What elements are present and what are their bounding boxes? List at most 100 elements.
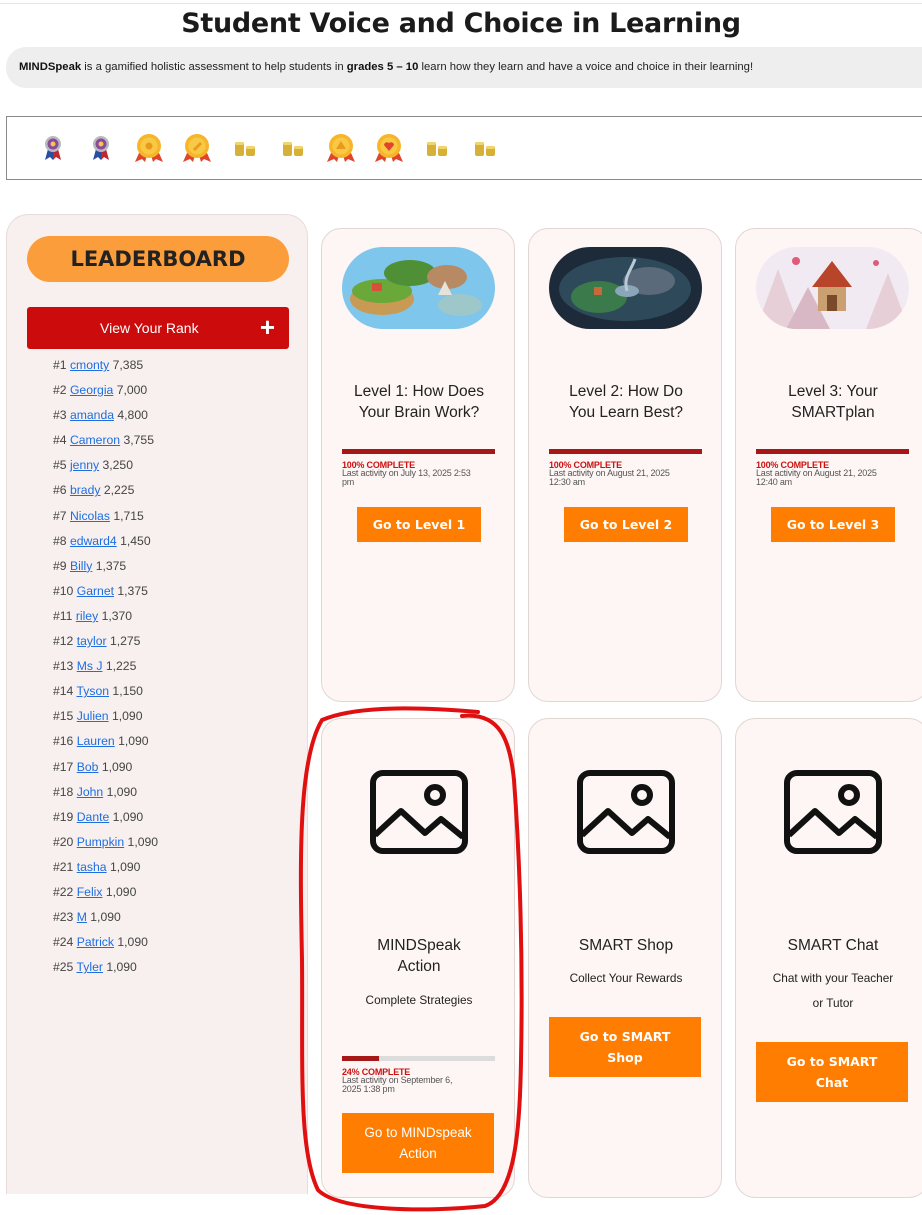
leaderboard-user-link[interactable]: Patrick <box>77 935 114 949</box>
leaderboard-user-link[interactable]: Garnet <box>77 584 114 598</box>
level-1-progress-bar <box>342 449 495 454</box>
leaderboard-entry: #12 taylor 1,275 <box>53 629 158 654</box>
leaderboard-entry: #25 Tyler 1,090 <box>53 955 158 980</box>
leaderboard-entry: #10 Garnet 1,375 <box>53 579 158 604</box>
mindspeak-action-title-line-1: MINDSpeak <box>377 937 461 954</box>
leaderboard-entry: #11 riley 1,370 <box>53 604 158 629</box>
leaderboard-user-link[interactable]: Ms J <box>77 659 103 673</box>
mindspeak-action-subtitle: Complete Strategies <box>365 993 473 1007</box>
leaderboard-user-link[interactable]: Georgia <box>70 383 113 397</box>
go-to-smart-shop-button[interactable]: Go to SMART Shop <box>549 1017 701 1077</box>
leaderboard-user-link[interactable]: Felix <box>77 885 103 899</box>
leaderboard-score: 1,090 <box>112 809 144 824</box>
coin-stack-icon[interactable] <box>221 130 269 166</box>
level-1-last-activity-line-2: pm <box>342 477 355 487</box>
leaderboard-entry: #2 Georgia 7,000 <box>53 378 158 403</box>
go-to-level-1-button[interactable]: Go to Level 1 <box>357 507 481 542</box>
leaderboard-rank: #14 <box>53 684 74 699</box>
leaderboard-entry: #7 Nicolas 1,715 <box>53 504 158 529</box>
level-1-last-activity-line-1: Last activity on July 13, 2025 2:53 <box>342 468 471 478</box>
leaderboard-user-link[interactable]: Cameron <box>70 433 120 447</box>
intro-text-b: learn how they learn and have a voice an… <box>418 61 754 73</box>
leaderboard-score: 1,090 <box>118 734 149 749</box>
leaderboard-entry: #15 Julien 1,090 <box>53 704 158 729</box>
smart-shop-card: SMART Shop Collect Your Rewards Go to SM… <box>528 718 722 1198</box>
leaderboard-entry: #18 John 1,090 <box>53 780 158 805</box>
plus-icon[interactable]: + <box>260 307 275 347</box>
leaderboard-user-link[interactable]: riley <box>76 609 98 623</box>
smart-shop-button-line-2: Shop <box>607 1050 643 1065</box>
gold-medal-icon[interactable] <box>173 130 221 166</box>
coin-stack-icon[interactable] <box>413 130 461 166</box>
leaderboard-user-link[interactable]: brady <box>70 483 101 497</box>
level-2-last-activity-line-2: 12:30 am <box>549 477 585 487</box>
leaderboard-user-link[interactable]: amanda <box>70 408 114 422</box>
leaderboard-entry: #19 Dante 1,090 <box>53 805 158 830</box>
gold-medal-icon[interactable] <box>317 130 365 166</box>
level-3-title-line-2: SMARTplan <box>791 404 875 421</box>
level-2-progress-bar <box>549 449 702 454</box>
leaderboard-user-link[interactable]: John <box>77 785 103 799</box>
gold-medal-icon[interactable] <box>125 130 173 166</box>
leaderboard-score: 1,370 <box>101 608 133 623</box>
leaderboard-user-link[interactable]: Billy <box>70 559 92 573</box>
level-3-progress-fill <box>756 449 909 454</box>
leaderboard-user-link[interactable]: Tyler <box>77 960 103 974</box>
leaderboard-rank: #8 <box>53 533 67 548</box>
leaderboard-user-link[interactable]: tasha <box>77 860 107 874</box>
coin-stack-icon[interactable] <box>269 130 317 166</box>
level-card-1: Level 1: How Does Your Brain Work? 100% … <box>321 228 515 702</box>
smart-chat-title: SMART Chat <box>787 937 879 954</box>
smart-chat-card: SMART Chat Chat with your Teacher or Tut… <box>735 718 922 1198</box>
leaderboard-score: 1,715 <box>113 508 144 523</box>
leaderboard-user-link[interactable]: M <box>77 910 87 924</box>
coin-stack-icon[interactable] <box>461 130 509 166</box>
mindspeak-action-title: MINDSpeak Action <box>330 935 508 977</box>
go-to-level-2-button[interactable]: Go to Level 2 <box>564 507 688 542</box>
leaderboard-entry: #9 Billy 1,375 <box>53 554 158 579</box>
mindspeak-action-progress-fill <box>342 1056 379 1061</box>
leaderboard-user-link[interactable]: Tyson <box>77 684 110 698</box>
leaderboard-user-link[interactable]: Dante <box>77 810 110 824</box>
leaderboard-user-link[interactable]: Bob <box>77 760 99 774</box>
go-to-level-3-button[interactable]: Go to Level 3 <box>771 507 895 542</box>
leaderboard-score: 1,450 <box>120 533 151 548</box>
leaderboard-rank: #4 <box>53 433 67 448</box>
smart-chat-subtitle-line-1: Chat with your Teacher <box>772 971 894 985</box>
smart-shop-button-line-1: Go to SMART <box>579 1029 671 1044</box>
leaderboard-user-link[interactable]: cmonty <box>70 358 109 372</box>
leaderboard-user-link[interactable]: taylor <box>77 634 107 648</box>
leaderboard-user-link[interactable]: jenny <box>70 458 99 472</box>
page-title: Student Voice and Choice in Learning <box>181 8 741 39</box>
leaderboard-score: 1,090 <box>106 784 138 799</box>
mindspeak-action-title-line-2: Action <box>397 958 441 975</box>
leaderboard-score: 1,090 <box>90 910 121 925</box>
leaderboard-user-link[interactable]: Pumpkin <box>77 835 124 849</box>
mindspeak-action-last-activity-line-2: 2025 1:38 pm <box>342 1084 395 1094</box>
leaderboard-user-link[interactable]: Nicolas <box>70 509 110 523</box>
leaderboard-rank: #2 <box>53 383 67 398</box>
image-placeholder-icon <box>370 770 468 854</box>
leaderboard-entry: #6 brady 2,225 <box>53 478 158 503</box>
go-to-smart-chat-button[interactable]: Go to SMART Chat <box>756 1042 908 1102</box>
level-3-title: Level 3: Your SMARTplan <box>744 381 922 423</box>
leaderboard-rank: #20 <box>53 834 74 849</box>
leaderboard-score: 4,800 <box>117 408 148 423</box>
leaderboard-user-link[interactable]: Lauren <box>77 734 115 748</box>
gold-medal-icon[interactable] <box>365 130 413 166</box>
ribbon-medal-icon[interactable] <box>77 130 125 166</box>
leaderboard-user-link[interactable]: edward4 <box>70 534 117 548</box>
view-rank-button[interactable]: View Your Rank + <box>27 307 289 349</box>
go-to-mindspeak-action-button[interactable]: Go to MINDspeak Action <box>342 1113 494 1173</box>
leaderboard-rank: #3 <box>53 408 67 423</box>
mindspeak-action-progress-bar <box>342 1056 495 1061</box>
smart-chat-button-line-1: Go to SMART <box>786 1054 878 1069</box>
ribbon-medal-icon[interactable] <box>29 130 77 166</box>
smart-chat-button-line-2: Chat <box>815 1075 849 1090</box>
leaderboard-user-link[interactable]: Julien <box>77 709 109 723</box>
leaderboard-score: 1,225 <box>105 659 137 674</box>
leaderboard-score: 1,090 <box>109 859 141 874</box>
leaderboard-rank: #25 <box>53 960 74 975</box>
leaderboard-rank: #13 <box>53 659 74 674</box>
level-3-progress-bar <box>756 449 909 454</box>
